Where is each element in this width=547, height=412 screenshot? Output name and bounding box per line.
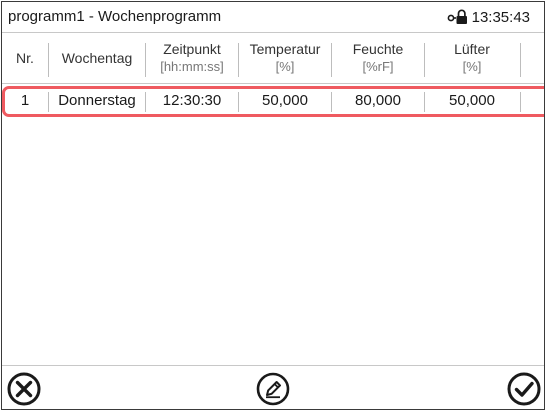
column-unit: [%]: [462, 59, 482, 74]
column-label: Nr.: [16, 50, 34, 66]
column-header-zeitpunkt[interactable]: Zeitpunkt [hh:mm:ss]: [146, 33, 238, 83]
footer-toolbar: [2, 365, 544, 409]
edit-button[interactable]: [255, 371, 291, 407]
column-unit: [hh:mm:ss]: [160, 59, 224, 74]
column-header-wochentag[interactable]: Wochentag: [49, 33, 145, 83]
status-area: 13:35:43: [447, 8, 530, 26]
column-label: Wochentag: [61, 50, 133, 66]
window-title: programm1 - Wochenprogramm: [8, 8, 222, 25]
column-header-nr[interactable]: Nr.: [2, 33, 48, 83]
program-window: programm1 - Wochenprogramm 13:35:43 Nr. …: [1, 1, 545, 410]
cell-temperatur: 50,000: [262, 92, 308, 109]
table-row[interactable]: 1 Donnerstag 12:30:30 50,000 80,000 50,0…: [2, 86, 544, 116]
column-label: Zeitpunkt: [163, 41, 221, 57]
table-header: Nr. Wochentag Zeitpunkt [hh:mm:ss] Tempe…: [2, 33, 544, 84]
column-label: Temperatur: [249, 41, 321, 57]
column-label: Feuchte: [352, 41, 404, 57]
cell-wochentag: Donnerstag: [58, 92, 136, 109]
cell-nr: 1: [20, 92, 30, 109]
cancel-button[interactable]: [6, 371, 42, 407]
title-bar: programm1 - Wochenprogramm 13:35:43: [2, 2, 544, 33]
column-header-luefter[interactable]: Lüfter [%]: [425, 33, 519, 83]
edit-pencil-icon: [256, 372, 290, 406]
column-label: Lüfter: [454, 41, 490, 57]
column-unit: [%]: [275, 59, 295, 74]
column-header-feuchte[interactable]: Feuchte [%rF]: [332, 33, 424, 83]
column-separator: [520, 43, 521, 77]
check-circle-icon: [507, 372, 541, 406]
close-circle-icon: [7, 372, 41, 406]
lock-icon: [447, 9, 467, 24]
column-unit: [%rF]: [362, 59, 394, 74]
column-header-temperatur[interactable]: Temperatur [%]: [239, 33, 331, 83]
cell-zeitpunkt: 12:30:30: [162, 92, 222, 109]
cell-luefter: 50,000: [449, 92, 495, 109]
confirm-button[interactable]: [506, 371, 542, 407]
clock-time: 13:35:43: [471, 8, 530, 26]
cell-separator: [520, 92, 521, 112]
cell-feuchte: 80,000: [355, 92, 401, 109]
